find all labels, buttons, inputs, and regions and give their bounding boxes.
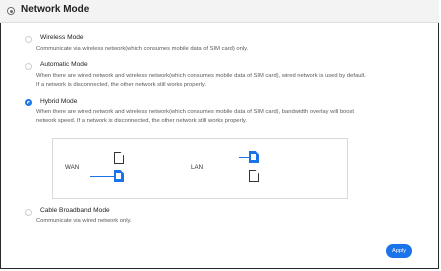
wan-port-idle-icon [114, 152, 124, 164]
mode-desc-cable-broadband: Communicate via wired network only. [36, 218, 132, 224]
gear-icon [7, 7, 15, 15]
lan-port-idle-icon [249, 170, 259, 182]
wan-label: WAN [65, 164, 80, 171]
mode-label-automatic: Automatic Mode [40, 61, 88, 68]
radio-automatic[interactable] [25, 63, 32, 70]
apply-button[interactable]: Apply [386, 244, 412, 258]
radio-wireless[interactable] [25, 36, 32, 43]
radio-cable-broadband[interactable] [25, 209, 32, 216]
panel-header: Network Mode [0, 0, 439, 23]
mode-label-cable-broadband: Cable Broadband Mode [40, 207, 110, 214]
mode-label-wireless: Wireless Mode [40, 34, 84, 41]
mode-desc-hybrid-line2: network speed. If a network is disconnec… [36, 118, 247, 124]
wan-port-connected-icon [114, 170, 124, 182]
lan-label: LAN [191, 164, 204, 171]
mode-desc-automatic-line1: When there are wired network and wireles… [36, 73, 366, 79]
hybrid-mode-diagram: WAN LAN [52, 138, 348, 199]
wan-cable-line [90, 176, 114, 177]
mode-desc-wireless: Communicate via wireless network(which c… [36, 46, 249, 52]
page-title: Network Mode [21, 4, 90, 15]
mode-desc-automatic-line2: If a network is disconnected, the other … [36, 82, 207, 88]
lan-port-connected-icon [249, 151, 259, 163]
lan-cable-line [239, 157, 249, 158]
radio-hybrid[interactable] [25, 99, 32, 106]
mode-label-hybrid: Hybrid Mode [40, 98, 78, 105]
mode-desc-hybrid-line1: When there are wired network and wireles… [36, 109, 355, 115]
